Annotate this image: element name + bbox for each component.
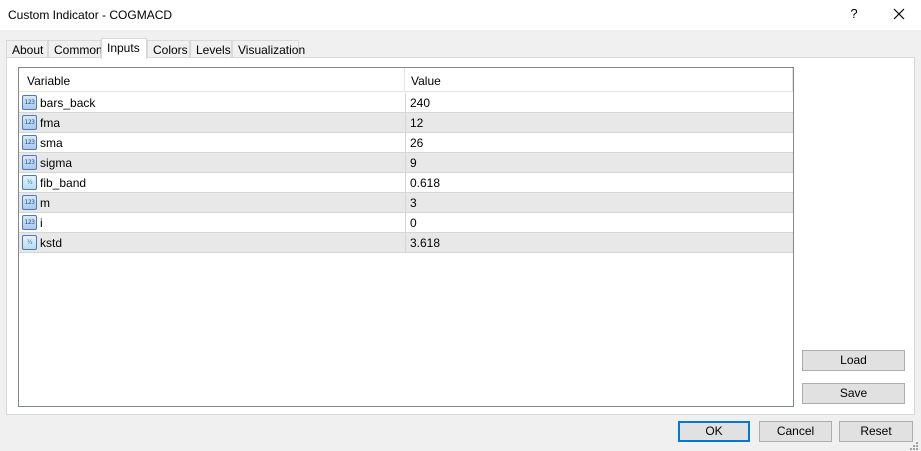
table-row[interactable]: 123 fma 12 xyxy=(19,113,793,133)
value-cell[interactable]: 3 xyxy=(405,193,793,212)
integer-type-icon: 123 xyxy=(22,215,37,230)
variable-value[interactable]: 3 xyxy=(410,196,417,210)
close-icon[interactable] xyxy=(888,4,910,24)
table-row[interactable]: ½ fib_band 0.618 xyxy=(19,173,793,193)
variable-value[interactable]: 3.618 xyxy=(410,236,440,250)
variable-cell: 123 sma xyxy=(19,133,404,152)
variable-name: sma xyxy=(40,136,63,150)
value-cell[interactable]: 12 xyxy=(405,113,793,132)
variable-name: i xyxy=(40,216,43,230)
cancel-button[interactable]: Cancel xyxy=(759,421,832,442)
variable-cell: 123 i xyxy=(19,213,404,232)
variable-value[interactable]: 9 xyxy=(410,156,417,170)
table-row[interactable]: 123 bars_back 240 xyxy=(19,93,793,113)
variable-value[interactable]: 26 xyxy=(410,136,423,150)
title-bar: Custom Indicator - COGMACD ? xyxy=(0,0,921,30)
column-divider[interactable] xyxy=(404,68,405,92)
integer-type-icon: 123 xyxy=(22,195,37,210)
variable-cell: ½ kstd xyxy=(19,233,404,252)
value-cell[interactable]: 3.618 xyxy=(405,233,793,252)
table-row[interactable]: 123 sigma 9 xyxy=(19,153,793,173)
variable-name: sigma xyxy=(40,156,73,170)
variable-value[interactable]: 0 xyxy=(410,216,417,230)
variable-cell: 123 m xyxy=(19,193,404,212)
load-button[interactable]: Load xyxy=(802,350,905,371)
variable-name: kstd xyxy=(40,236,63,250)
save-button[interactable]: Save xyxy=(802,383,905,404)
table-row[interactable]: 123 m 3 xyxy=(19,193,793,213)
variable-cell: 123 bars_back xyxy=(19,93,404,112)
variable-value[interactable]: 0.618 xyxy=(410,176,440,190)
resize-grip-icon[interactable] xyxy=(909,440,919,450)
integer-type-icon: 123 xyxy=(22,155,37,170)
grid-header: Variable Value xyxy=(19,68,793,92)
double-type-icon: ½ xyxy=(22,175,37,190)
variable-value[interactable]: 240 xyxy=(410,96,430,110)
variable-value[interactable]: 12 xyxy=(410,116,423,130)
window-title: Custom Indicator - COGMACD xyxy=(8,8,173,22)
value-cell[interactable]: 26 xyxy=(405,133,793,152)
column-header-value[interactable]: Value xyxy=(411,74,441,88)
ok-button[interactable]: OK xyxy=(678,421,750,442)
column-divider xyxy=(792,68,793,92)
table-row[interactable]: 123 sma 26 xyxy=(19,133,793,153)
integer-type-icon: 123 xyxy=(22,115,37,130)
variable-cell: ½ fib_band xyxy=(19,173,404,192)
tab-strip: About Common Inputs Colors Levels Visual… xyxy=(6,38,906,59)
variable-cell: 123 sigma xyxy=(19,153,404,172)
double-type-icon: ½ xyxy=(22,235,37,250)
tab-inputs[interactable]: Inputs xyxy=(101,38,147,59)
column-header-variable[interactable]: Variable xyxy=(27,74,70,88)
variable-name: fib_band xyxy=(40,176,87,190)
inputs-grid[interactable]: Variable Value 123 bars_back 240 123 fma… xyxy=(18,67,794,407)
variable-cell: 123 fma xyxy=(19,113,404,132)
variable-name: m xyxy=(40,196,50,210)
table-row[interactable]: ½ kstd 3.618 xyxy=(19,233,793,253)
table-row[interactable]: 123 i 0 xyxy=(19,213,793,233)
reset-button[interactable]: Reset xyxy=(839,421,913,442)
value-cell[interactable]: 9 xyxy=(405,153,793,172)
value-cell[interactable]: 240 xyxy=(405,93,793,112)
variable-name: fma xyxy=(40,116,61,130)
integer-type-icon: 123 xyxy=(22,135,37,150)
value-cell[interactable]: 0.618 xyxy=(405,173,793,192)
integer-type-icon: 123 xyxy=(22,95,37,110)
help-button[interactable]: ? xyxy=(846,6,862,24)
value-cell[interactable]: 0 xyxy=(405,213,793,232)
variable-name: bars_back xyxy=(40,96,96,110)
